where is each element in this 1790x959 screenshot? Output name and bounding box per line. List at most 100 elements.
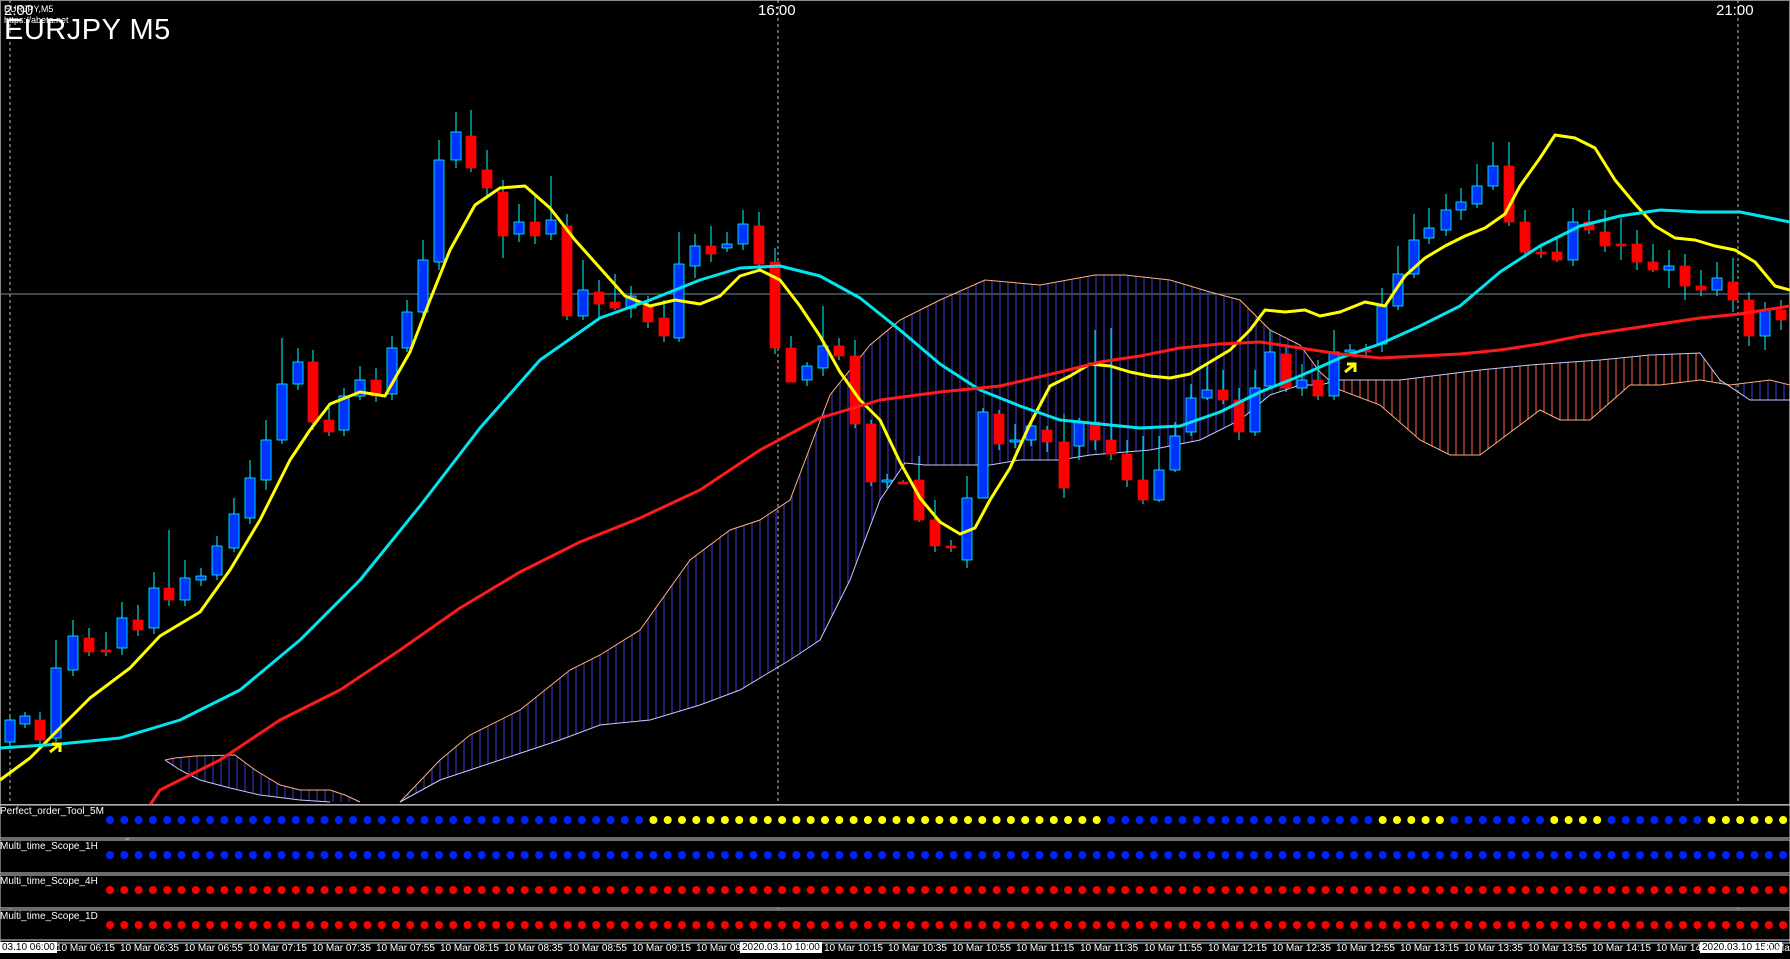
indicator-dot — [563, 921, 572, 929]
indicator-dot — [863, 851, 872, 859]
indicator-dot — [291, 886, 300, 894]
time-axis-label: 10 Mar 12:35 — [1272, 943, 1331, 954]
indicator-dot — [806, 851, 815, 859]
bull-candle-body — [689, 245, 701, 267]
indicator-dot — [821, 816, 829, 824]
indicator-dot — [1049, 851, 1058, 859]
indicator-dot — [334, 886, 343, 894]
bear-candle-body — [1599, 231, 1611, 247]
indicator-dot — [1435, 851, 1444, 859]
candlestick — [658, 300, 670, 342]
indicator-dot — [277, 921, 286, 929]
indicator-dot — [1335, 816, 1344, 824]
indicator-dot — [1350, 816, 1359, 824]
indicator-dot — [1078, 921, 1087, 929]
indicator-dot — [1664, 921, 1673, 929]
bear-candle-body — [593, 291, 605, 305]
candlestick — [1233, 388, 1245, 440]
indicator-dot — [1536, 886, 1544, 894]
indicator-dot — [978, 816, 987, 824]
bear-candle-body — [785, 347, 797, 383]
indicator-dot — [992, 851, 1001, 859]
indicator-dot — [1707, 886, 1716, 894]
indicator-dot — [1679, 886, 1687, 894]
indicator-dot — [1207, 816, 1216, 824]
bear-candle-body — [1121, 453, 1133, 481]
time-axis-label: 10 Mar 12:55 — [1336, 943, 1395, 954]
indicator-dot — [1750, 921, 1759, 929]
indicator-dot — [191, 921, 200, 929]
indicator-dot — [577, 816, 586, 824]
signal-arrow-icon — [1344, 362, 1357, 374]
indicator-dot — [1092, 851, 1101, 859]
indicator-dot — [1035, 851, 1044, 859]
price-chart[interactable] — [0, 0, 1790, 959]
indicator-dot — [1693, 921, 1702, 929]
indicator-dot — [720, 816, 729, 824]
indicator-dot — [349, 886, 358, 894]
candlestick — [465, 110, 477, 172]
indicator-dot — [1107, 851, 1115, 859]
bear-candle-body — [1743, 299, 1755, 337]
candlestick — [801, 362, 813, 386]
indicator-dot — [1207, 921, 1216, 929]
indicator-dot — [821, 851, 829, 859]
indicator-dot — [1650, 886, 1659, 894]
indicator-dot — [678, 816, 686, 824]
indicator-dot — [678, 886, 686, 894]
indicator-dot — [1192, 816, 1201, 824]
bear-candle-body — [1695, 285, 1707, 291]
bear-candle-body — [1727, 281, 1739, 301]
time-axis-label: 10 Mar 13:15 — [1400, 943, 1459, 954]
indicator-dot — [735, 921, 744, 929]
indicator-dot — [821, 886, 829, 894]
bull-candle-body — [1663, 265, 1675, 271]
time-axis-label: 10 Mar 13:35 — [1464, 943, 1523, 954]
indicator-dot — [635, 886, 644, 894]
indicator-dot — [1350, 921, 1359, 929]
bull-candle-body — [801, 365, 813, 381]
candlestick — [1695, 270, 1707, 296]
indicator-dot — [206, 816, 215, 824]
indicator-dot — [1092, 886, 1101, 894]
indicator-dot — [1721, 921, 1730, 929]
indicator-dot — [1636, 886, 1645, 894]
candlestick — [785, 336, 797, 383]
indicator-dot — [1650, 921, 1659, 929]
indicator-dot — [606, 851, 615, 859]
indicator-dot — [434, 921, 443, 929]
indicator-dot — [577, 921, 586, 929]
indicator-dot — [992, 921, 1001, 929]
indicator-dot — [320, 886, 329, 894]
indicator-dot — [449, 886, 458, 894]
candlestick — [1631, 230, 1643, 270]
indicator-dot — [1593, 886, 1602, 894]
indicator-dot — [1679, 851, 1687, 859]
indicator-dot — [1121, 886, 1130, 894]
indicator-dot — [277, 851, 286, 859]
indicator-dot — [1621, 921, 1630, 929]
candlestick — [338, 388, 350, 436]
indicator-dot — [1621, 886, 1630, 894]
indicator-dot — [563, 816, 572, 824]
time-axis-label: 10 Mar 08:55 — [568, 943, 627, 954]
indicator-dot — [1407, 921, 1416, 929]
bull-candle-body — [1376, 305, 1388, 345]
indicator-dot — [1650, 816, 1659, 824]
indicator-dot — [263, 851, 272, 859]
indicator-dot — [434, 886, 443, 894]
bull-candle-body — [1711, 277, 1723, 291]
indicator-dot — [1307, 816, 1316, 824]
indicator-dot — [1593, 851, 1602, 859]
indicator-dot — [306, 816, 315, 824]
indicator-dot — [249, 886, 257, 894]
indicator-dot — [1278, 816, 1287, 824]
candlestick — [1280, 344, 1292, 392]
indicator-dot — [577, 886, 586, 894]
bear-candle-body — [163, 587, 175, 601]
indicator-dot — [1307, 851, 1316, 859]
candlestick — [1599, 210, 1611, 252]
indicator-dot — [1292, 816, 1301, 824]
candlestick — [4, 715, 16, 745]
indicator-dot — [349, 921, 358, 929]
